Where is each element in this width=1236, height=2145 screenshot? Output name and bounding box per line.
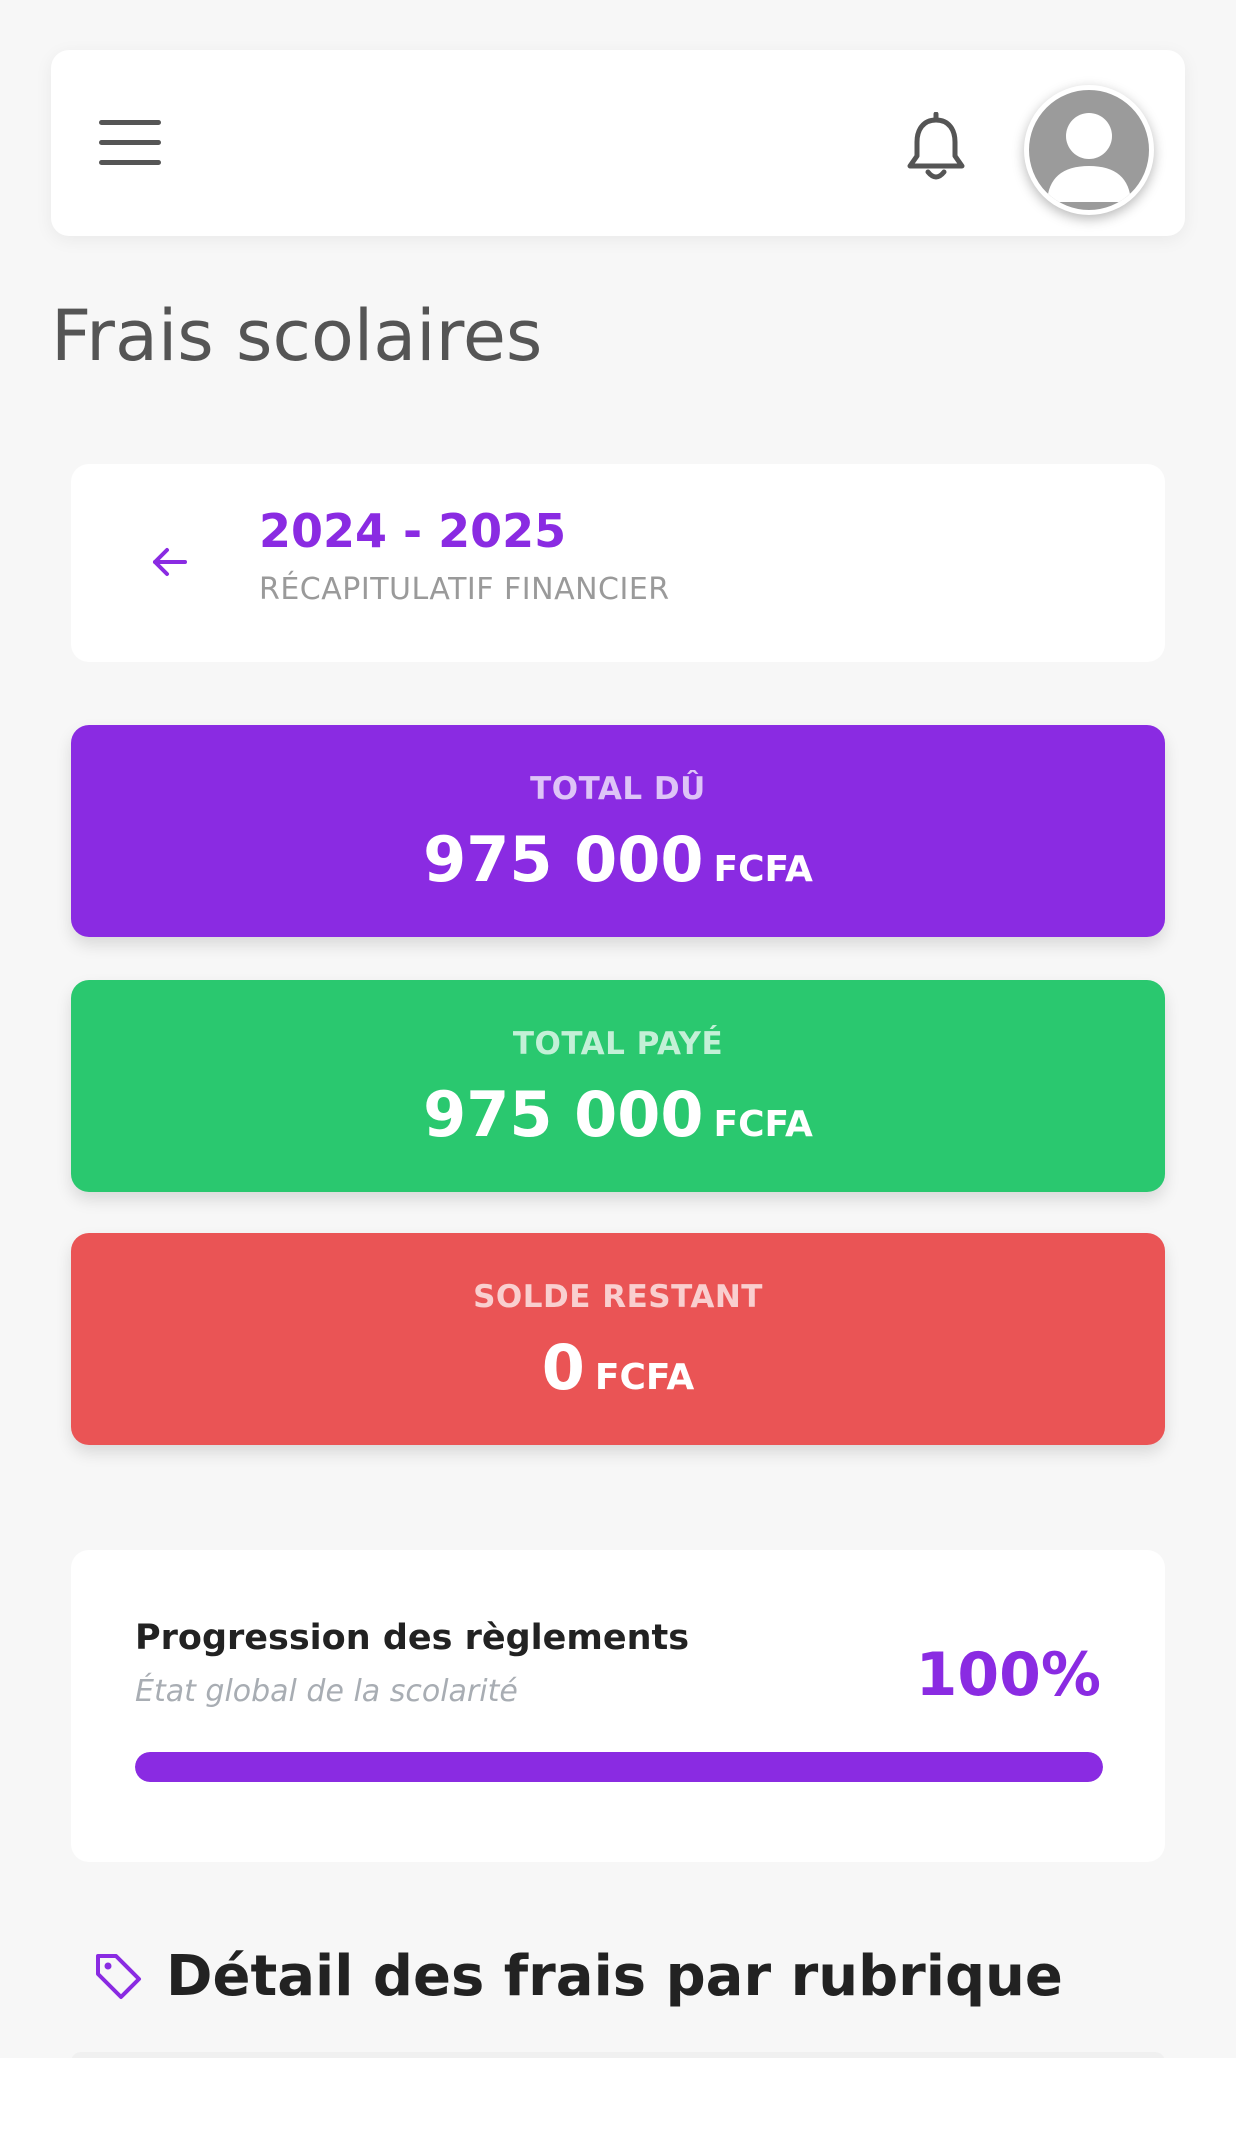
total-paid-value: 975 000: [423, 1078, 704, 1151]
bottom-area: [0, 2058, 1236, 2145]
payment-progress-card: Progression des règlements État global d…: [71, 1550, 1165, 1862]
progress-percent: 100%: [915, 1640, 1101, 1710]
hamburger-menu-icon[interactable]: [99, 120, 161, 168]
remaining-balance-card: SOLDE RESTANT 0 FCFA: [71, 1233, 1165, 1445]
total-due-currency: FCFA: [713, 849, 813, 890]
remaining-balance-value: 0: [541, 1331, 585, 1404]
year-selector-card: 2024 - 2025 RÉCAPITULATIF FINANCIER: [71, 464, 1165, 662]
progress-bar: [135, 1752, 1103, 1782]
total-paid-amount: 975 000 FCFA: [71, 1078, 1165, 1151]
user-avatar-icon[interactable]: [1024, 85, 1154, 215]
total-due-card: TOTAL DÛ 975 000 FCFA: [71, 725, 1165, 937]
remaining-balance-currency: FCFA: [594, 1357, 695, 1398]
total-due-label: TOTAL DÛ: [530, 771, 706, 807]
section-title-fee-details: Détail des frais par rubrique: [166, 1944, 1063, 2009]
page-title: Frais scolaires: [51, 295, 543, 377]
total-paid-card: TOTAL PAYÉ 975 000 FCFA: [71, 980, 1165, 1192]
total-due-amount: 975 000 FCFA: [71, 823, 1165, 896]
school-year: 2024 - 2025: [259, 504, 567, 558]
bell-icon[interactable]: [901, 111, 971, 184]
progress-title: Progression des règlements: [135, 1618, 690, 1658]
year-subtitle: RÉCAPITULATIF FINANCIER: [259, 572, 670, 607]
progress-subtitle: État global de la scolarité: [135, 1674, 518, 1709]
progress-bar-fill: [135, 1752, 1103, 1782]
top-app-bar: [51, 50, 1185, 236]
remaining-balance-amount: 0 FCFA: [71, 1331, 1165, 1404]
total-paid-label: TOTAL PAYÉ: [512, 1026, 724, 1062]
total-due-value: 975 000: [423, 823, 704, 896]
remaining-balance-label: SOLDE RESTANT: [473, 1279, 763, 1315]
total-paid-currency: FCFA: [713, 1104, 813, 1145]
tag-icon: [92, 1950, 144, 2002]
arrow-left-icon[interactable]: [149, 542, 191, 582]
